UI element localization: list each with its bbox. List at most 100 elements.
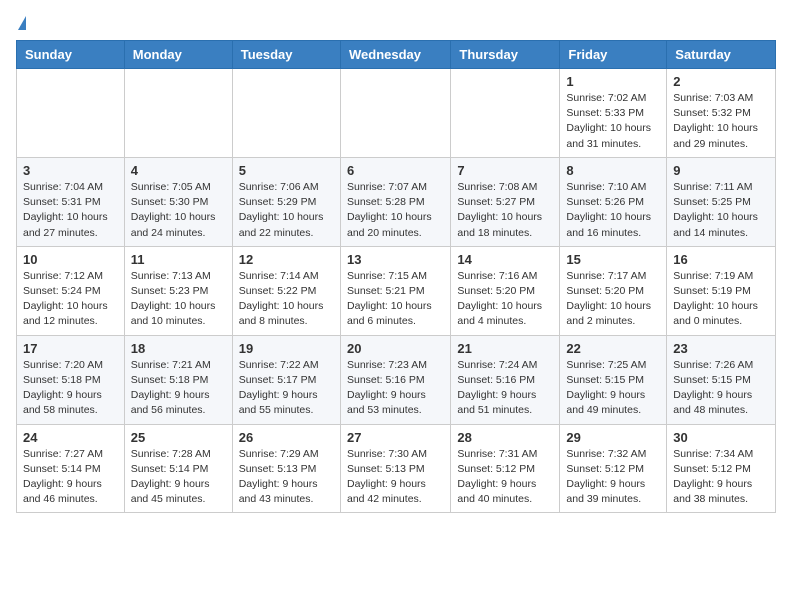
day-number: 15 (566, 252, 660, 267)
day-info: Sunrise: 7:13 AMSunset: 5:23 PMDaylight:… (131, 269, 226, 330)
day-number: 3 (23, 163, 118, 178)
calendar-cell: 29 Sunrise: 7:32 AMSunset: 5:12 PMDayligh… (560, 424, 667, 513)
day-info: Sunrise: 7:04 AMSunset: 5:31 PMDaylight:… (23, 180, 118, 241)
day-number: 11 (131, 252, 226, 267)
day-number: 22 (566, 341, 660, 356)
day-info: Sunrise: 7:16 AMSunset: 5:20 PMDaylight:… (457, 269, 553, 330)
calendar-cell: 15 Sunrise: 7:17 AMSunset: 5:20 PMDayligh… (560, 246, 667, 335)
calendar-cell: 1 Sunrise: 7:02 AMSunset: 5:33 PMDaylight… (560, 69, 667, 158)
weekday-header-wednesday: Wednesday (340, 41, 450, 69)
day-number: 19 (239, 341, 334, 356)
day-info: Sunrise: 7:02 AMSunset: 5:33 PMDaylight:… (566, 91, 660, 152)
day-info: Sunrise: 7:05 AMSunset: 5:30 PMDaylight:… (131, 180, 226, 241)
calendar-table: SundayMondayTuesdayWednesdayThursdayFrid… (16, 40, 776, 513)
day-number: 2 (673, 74, 769, 89)
calendar-cell: 19 Sunrise: 7:22 AMSunset: 5:17 PMDayligh… (232, 335, 340, 424)
day-number: 9 (673, 163, 769, 178)
day-number: 28 (457, 430, 553, 445)
day-number: 7 (457, 163, 553, 178)
weekday-header-monday: Monday (124, 41, 232, 69)
calendar-cell: 20 Sunrise: 7:23 AMSunset: 5:16 PMDayligh… (340, 335, 450, 424)
day-number: 25 (131, 430, 226, 445)
day-info: Sunrise: 7:17 AMSunset: 5:20 PMDaylight:… (566, 269, 660, 330)
calendar-cell (124, 69, 232, 158)
day-number: 8 (566, 163, 660, 178)
calendar-cell (340, 69, 450, 158)
page-header (16, 16, 776, 30)
calendar-cell: 28 Sunrise: 7:31 AMSunset: 5:12 PMDayligh… (451, 424, 560, 513)
day-number: 6 (347, 163, 444, 178)
day-number: 30 (673, 430, 769, 445)
calendar-week-row: 24 Sunrise: 7:27 AMSunset: 5:14 PMDayligh… (17, 424, 776, 513)
weekday-header-tuesday: Tuesday (232, 41, 340, 69)
calendar-cell: 8 Sunrise: 7:10 AMSunset: 5:26 PMDaylight… (560, 157, 667, 246)
day-number: 5 (239, 163, 334, 178)
day-number: 1 (566, 74, 660, 89)
day-number: 12 (239, 252, 334, 267)
logo-triangle-icon (18, 16, 26, 30)
calendar-cell: 18 Sunrise: 7:21 AMSunset: 5:18 PMDayligh… (124, 335, 232, 424)
day-number: 24 (23, 430, 118, 445)
day-info: Sunrise: 7:21 AMSunset: 5:18 PMDaylight:… (131, 358, 226, 419)
day-info: Sunrise: 7:30 AMSunset: 5:13 PMDaylight:… (347, 447, 444, 508)
weekday-header-sunday: Sunday (17, 41, 125, 69)
calendar-cell: 14 Sunrise: 7:16 AMSunset: 5:20 PMDayligh… (451, 246, 560, 335)
calendar-cell: 7 Sunrise: 7:08 AMSunset: 5:27 PMDaylight… (451, 157, 560, 246)
day-number: 29 (566, 430, 660, 445)
calendar-week-row: 1 Sunrise: 7:02 AMSunset: 5:33 PMDaylight… (17, 69, 776, 158)
calendar-cell: 25 Sunrise: 7:28 AMSunset: 5:14 PMDayligh… (124, 424, 232, 513)
calendar-week-row: 17Sunrise: 7:20 AMSunset: 5:18 PMDayligh… (17, 335, 776, 424)
day-number: 20 (347, 341, 444, 356)
day-info: Sunrise: 7:32 AMSunset: 5:12 PMDaylight:… (566, 447, 660, 508)
day-info: Sunrise: 7:03 AMSunset: 5:32 PMDaylight:… (673, 91, 769, 152)
day-info: Sunrise: 7:24 AMSunset: 5:16 PMDaylight:… (457, 358, 553, 419)
day-info: Sunrise: 7:23 AMSunset: 5:16 PMDaylight:… (347, 358, 444, 419)
calendar-cell: 5 Sunrise: 7:06 AMSunset: 5:29 PMDaylight… (232, 157, 340, 246)
calendar-cell (17, 69, 125, 158)
calendar-week-row: 10 Sunrise: 7:12 AMSunset: 5:24 PMDayligh… (17, 246, 776, 335)
calendar-cell: 30Sunrise: 7:34 AMSunset: 5:12 PMDayligh… (667, 424, 776, 513)
day-number: 10 (23, 252, 118, 267)
day-info: Sunrise: 7:28 AMSunset: 5:14 PMDaylight:… (131, 447, 226, 508)
calendar-cell (232, 69, 340, 158)
calendar-cell: 4 Sunrise: 7:05 AMSunset: 5:30 PMDaylight… (124, 157, 232, 246)
day-info: Sunrise: 7:08 AMSunset: 5:27 PMDaylight:… (457, 180, 553, 241)
calendar-week-row: 3 Sunrise: 7:04 AMSunset: 5:31 PMDaylight… (17, 157, 776, 246)
day-info: Sunrise: 7:06 AMSunset: 5:29 PMDaylight:… (239, 180, 334, 241)
calendar-cell: 11 Sunrise: 7:13 AMSunset: 5:23 PMDayligh… (124, 246, 232, 335)
day-number: 14 (457, 252, 553, 267)
calendar-cell: 12 Sunrise: 7:14 AMSunset: 5:22 PMDayligh… (232, 246, 340, 335)
calendar-cell: 17Sunrise: 7:20 AMSunset: 5:18 PMDayligh… (17, 335, 125, 424)
weekday-header-saturday: Saturday (667, 41, 776, 69)
calendar-cell: 3 Sunrise: 7:04 AMSunset: 5:31 PMDaylight… (17, 157, 125, 246)
day-info: Sunrise: 7:29 AMSunset: 5:13 PMDaylight:… (239, 447, 334, 508)
calendar-cell: 9 Sunrise: 7:11 AMSunset: 5:25 PMDaylight… (667, 157, 776, 246)
calendar-cell: 21 Sunrise: 7:24 AMSunset: 5:16 PMDayligh… (451, 335, 560, 424)
calendar-cell: 23Sunrise: 7:26 AMSunset: 5:15 PMDayligh… (667, 335, 776, 424)
day-info: Sunrise: 7:27 AMSunset: 5:14 PMDaylight:… (23, 447, 118, 508)
calendar-cell: 13Sunrise: 7:15 AMSunset: 5:21 PMDayligh… (340, 246, 450, 335)
day-info: Sunrise: 7:14 AMSunset: 5:22 PMDaylight:… (239, 269, 334, 330)
day-number: 18 (131, 341, 226, 356)
day-number: 27 (347, 430, 444, 445)
calendar-cell: 2 Sunrise: 7:03 AMSunset: 5:32 PMDaylight… (667, 69, 776, 158)
day-number: 4 (131, 163, 226, 178)
calendar-cell: 16Sunrise: 7:19 AMSunset: 5:19 PMDayligh… (667, 246, 776, 335)
day-info: Sunrise: 7:12 AMSunset: 5:24 PMDaylight:… (23, 269, 118, 330)
day-info: Sunrise: 7:11 AMSunset: 5:25 PMDaylight:… (673, 180, 769, 241)
day-info: Sunrise: 7:22 AMSunset: 5:17 PMDaylight:… (239, 358, 334, 419)
day-info: Sunrise: 7:31 AMSunset: 5:12 PMDaylight:… (457, 447, 553, 508)
calendar-cell (451, 69, 560, 158)
calendar-cell: 26Sunrise: 7:29 AMSunset: 5:13 PMDayligh… (232, 424, 340, 513)
calendar-cell: 6 Sunrise: 7:07 AMSunset: 5:28 PMDaylight… (340, 157, 450, 246)
day-info: Sunrise: 7:07 AMSunset: 5:28 PMDaylight:… (347, 180, 444, 241)
weekday-header-thursday: Thursday (451, 41, 560, 69)
day-number: 17 (23, 341, 118, 356)
calendar-cell: 27 Sunrise: 7:30 AMSunset: 5:13 PMDayligh… (340, 424, 450, 513)
day-info: Sunrise: 7:10 AMSunset: 5:26 PMDaylight:… (566, 180, 660, 241)
calendar-cell: 24 Sunrise: 7:27 AMSunset: 5:14 PMDayligh… (17, 424, 125, 513)
day-number: 13 (347, 252, 444, 267)
day-number: 16 (673, 252, 769, 267)
day-number: 21 (457, 341, 553, 356)
day-info: Sunrise: 7:26 AMSunset: 5:15 PMDaylight:… (673, 358, 769, 419)
